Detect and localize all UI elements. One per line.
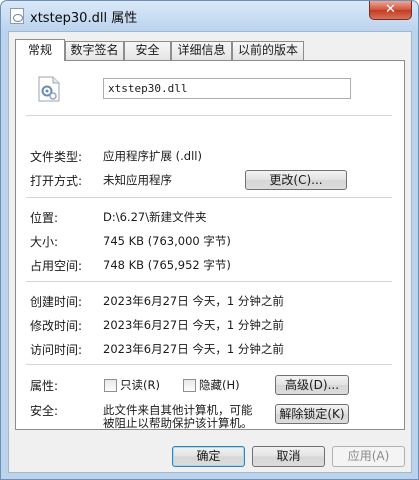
opens-with-value: 未知应用程序 — [103, 173, 172, 187]
title-bar[interactable]: xtstep30.dll 属性 ✕ — [1, 1, 418, 31]
size-label: 大小: — [30, 235, 59, 249]
dll-title-icon — [10, 8, 24, 24]
close-icon: ✕ — [385, 2, 396, 17]
modified-value: 2023年6月27日 今天，1 分钟之前 — [103, 318, 284, 332]
tab-digital-signatures[interactable]: 数字签名 — [65, 41, 124, 60]
hidden-checkbox[interactable] — [183, 379, 196, 392]
readonly-checkbox[interactable] — [104, 379, 117, 392]
change-button[interactable]: 更改(C)... — [245, 170, 347, 190]
ok-button[interactable]: 确定 — [172, 446, 245, 467]
properties-window: xtstep30.dll 属性 ✕ 常规 数字签名 安全 详细信息 以前的版本 … — [0, 0, 419, 480]
separator — [26, 197, 392, 198]
separator — [26, 364, 392, 365]
cancel-button[interactable]: 取消 — [252, 446, 325, 467]
dll-file-icon — [38, 76, 60, 102]
close-button[interactable]: ✕ — [369, 1, 412, 20]
unblock-button[interactable]: 解除锁定(K) — [275, 404, 349, 424]
accessed-label: 访问时间: — [30, 343, 83, 357]
size-on-disk-value: 748 KB (765,952 字节) — [103, 258, 231, 272]
general-panel: xtstep30.dll 文件类型: 应用程序扩展 (.dll) 打开方式: 未… — [15, 60, 405, 430]
tab-security[interactable]: 安全 — [124, 41, 171, 60]
readonly-label[interactable]: 只读(R) — [120, 377, 160, 393]
file-type-value: 应用程序扩展 (.dll) — [103, 149, 202, 163]
security-text-line2: 被阻止以帮助保护该计算机。 — [103, 416, 253, 430]
tab-details[interactable]: 详细信息 — [171, 41, 232, 60]
opens-with-label: 打开方式: — [30, 174, 83, 188]
tab-previous-versions[interactable]: 以前的版本 — [232, 41, 304, 60]
advanced-button[interactable]: 高级(D)... — [275, 375, 349, 395]
dialog-client: 常规 数字签名 安全 详细信息 以前的版本 xtstep30.dll 文件类型:… — [8, 31, 412, 473]
apply-button[interactable]: 应用(A) — [332, 446, 405, 467]
location-label: 位置: — [30, 211, 59, 225]
attributes-label: 属性: — [30, 379, 59, 393]
file-type-label: 文件类型: — [30, 150, 83, 164]
filename-input[interactable]: xtstep30.dll — [103, 78, 351, 99]
location-value: D:\6.27\新建文件夹 — [103, 210, 207, 224]
accessed-value: 2023年6月27日 今天，1 分钟之前 — [103, 342, 284, 356]
tab-general[interactable]: 常规 — [15, 39, 65, 61]
window-title: xtstep30.dll 属性 — [30, 11, 138, 26]
security-label: 安全: — [30, 404, 59, 418]
separator — [26, 115, 392, 116]
size-value: 745 KB (763,000 字节) — [103, 234, 231, 248]
modified-label: 修改时间: — [30, 319, 83, 333]
created-value: 2023年6月27日 今天，1 分钟之前 — [103, 294, 284, 308]
created-label: 创建时间: — [30, 295, 83, 309]
size-on-disk-label: 占用空间: — [30, 259, 83, 273]
separator — [26, 281, 392, 282]
hidden-label[interactable]: 隐藏(H) — [199, 377, 240, 393]
